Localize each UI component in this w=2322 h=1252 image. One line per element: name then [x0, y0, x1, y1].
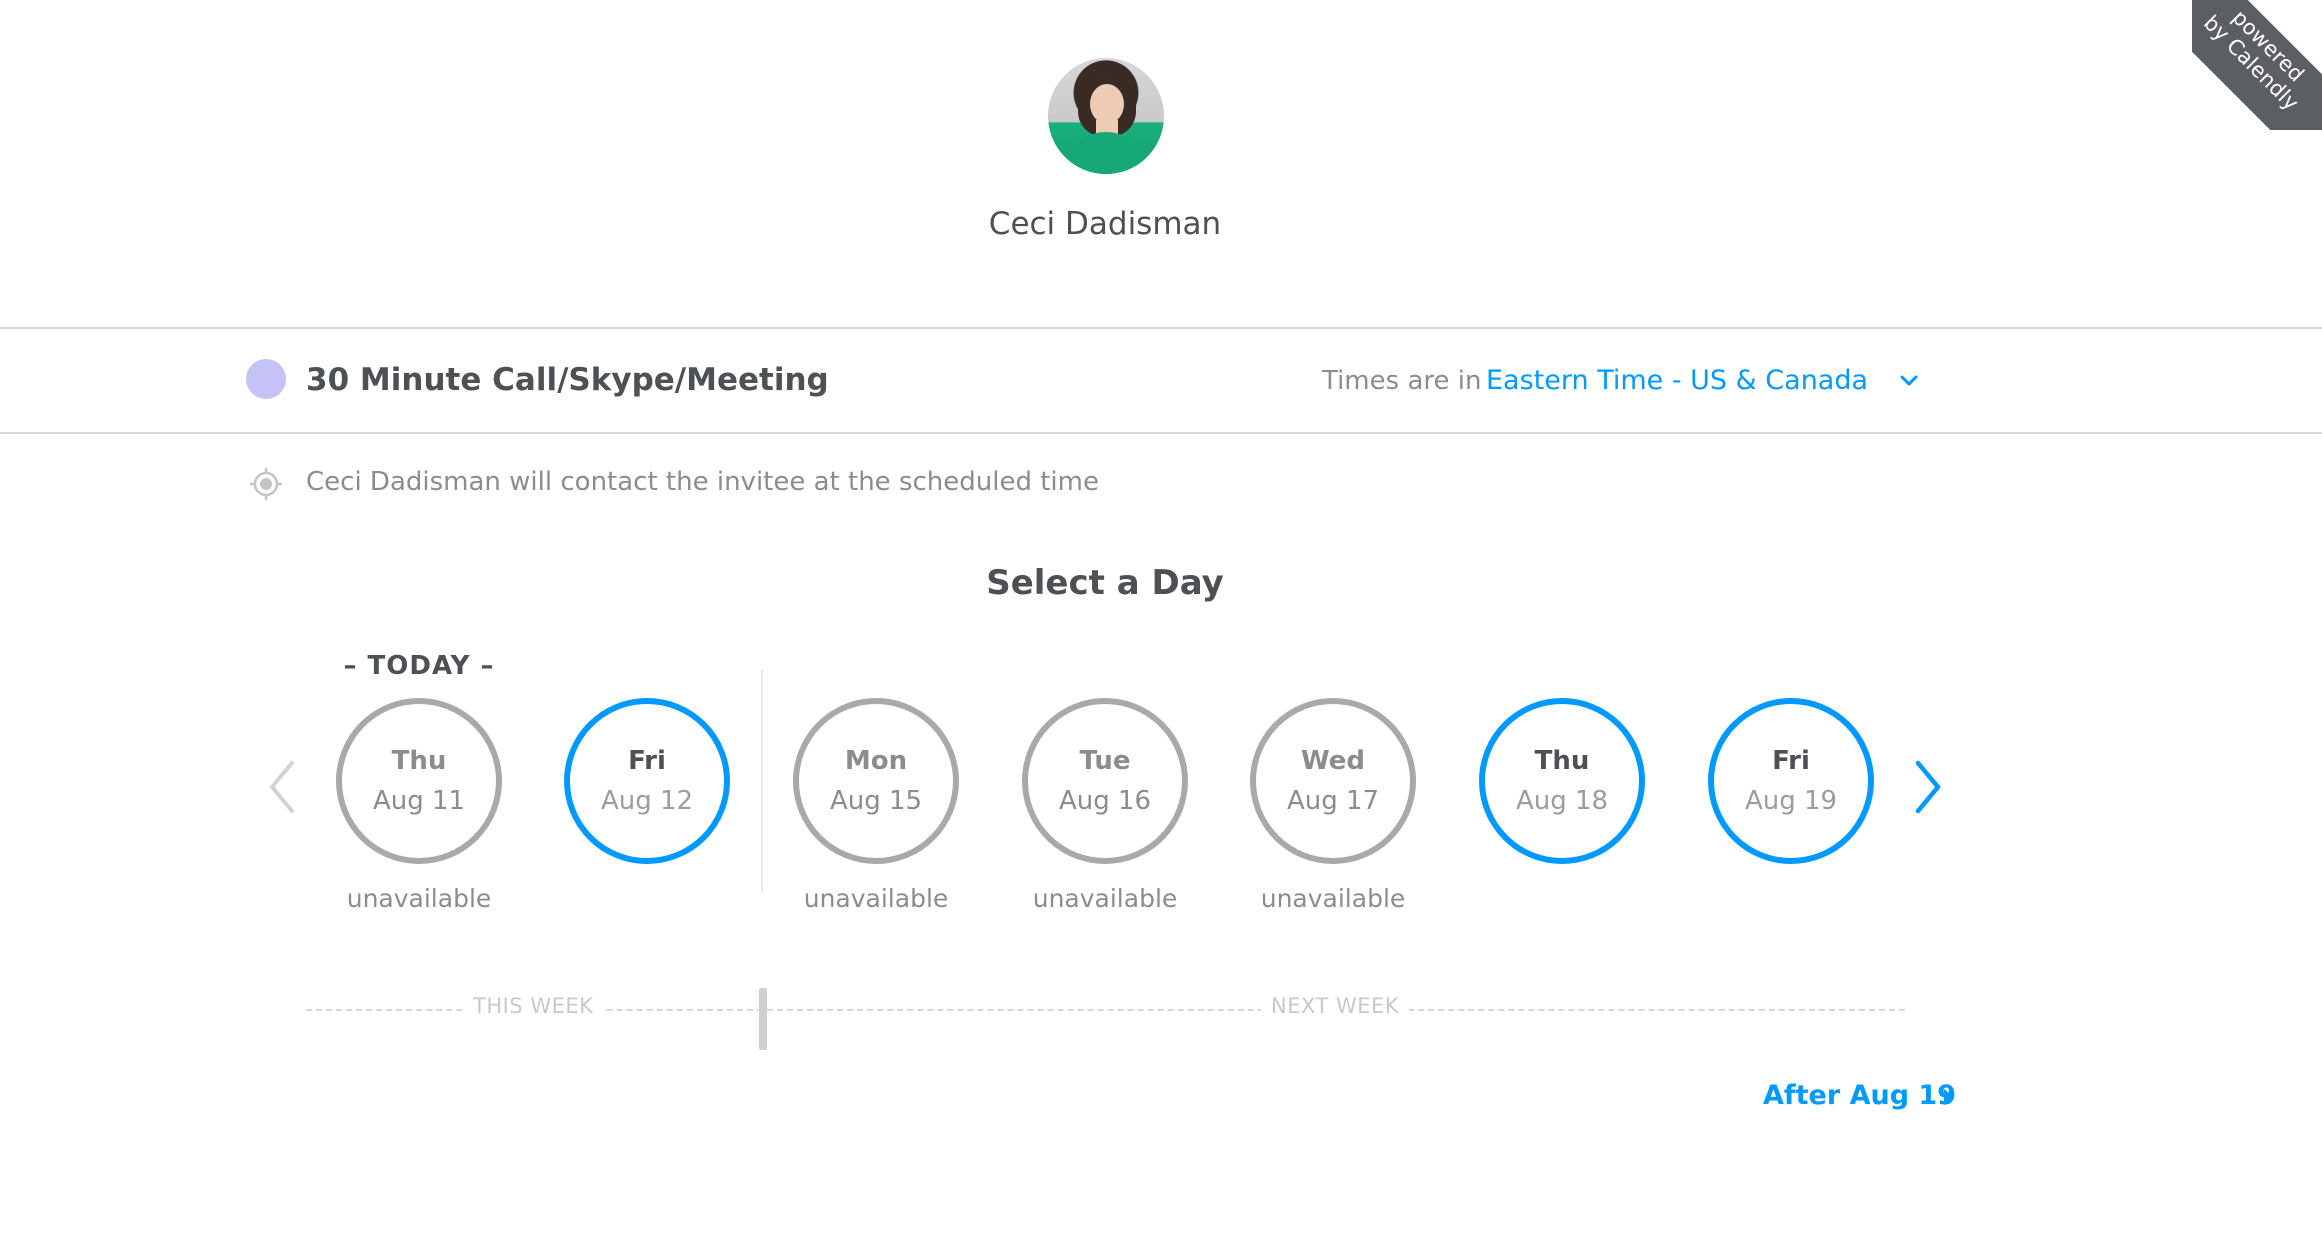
day-status: unavailable — [803, 884, 949, 913]
host-name: Ceci Dadisman — [988, 206, 1222, 242]
day-fri-aug-19[interactable]: Fri Aug 19 — [1708, 698, 1874, 864]
week-scale-handle[interactable] — [759, 988, 767, 1050]
day-name: Mon — [844, 746, 908, 776]
caret-right-icon[interactable] — [1942, 1086, 1956, 1108]
day-date: Aug 16 — [1058, 786, 1152, 816]
day-name: Fri — [628, 746, 666, 776]
day-mon-aug-15: Mon Aug 15 — [793, 698, 959, 864]
day-date: Aug 18 — [1515, 786, 1609, 816]
select-day-title: Select a Day — [986, 563, 1224, 603]
scheduling-page: powered by Calendly Ceci Dadisman 30 Min… — [0, 0, 2322, 1252]
this-week-label: THIS WEEK — [463, 994, 604, 1018]
day-date: Aug 19 — [1744, 786, 1838, 816]
previous-week-arrow-icon[interactable] — [262, 757, 302, 817]
day-name: Thu — [1534, 746, 1590, 776]
day-status: unavailable — [346, 884, 492, 913]
chevron-down-icon[interactable] — [1896, 370, 1922, 392]
target-icon — [250, 468, 282, 500]
divider-top — [0, 327, 2322, 329]
day-date: Aug 12 — [600, 786, 694, 816]
powered-by-ribbon[interactable]: powered by Calendly — [2192, 0, 2322, 130]
today-label: – TODAY – — [343, 651, 495, 681]
day-name: Fri — [1772, 746, 1810, 776]
location-text: Ceci Dadisman will contact the invitee a… — [306, 467, 1099, 497]
day-thu-aug-18[interactable]: Thu Aug 18 — [1479, 698, 1645, 864]
timezone-select[interactable]: Eastern Time - US & Canada — [1486, 365, 1868, 396]
day-status: unavailable — [1260, 884, 1406, 913]
event-color-dot — [246, 359, 286, 399]
timezone-label: Times are in — [1322, 366, 1482, 396]
day-fri-aug-12[interactable]: Fri Aug 12 — [564, 698, 730, 864]
after-date-link[interactable]: After Aug 19 — [1763, 1080, 1956, 1111]
day-status: unavailable — [1032, 884, 1178, 913]
day-tue-aug-16: Tue Aug 16 — [1022, 698, 1188, 864]
day-name: Wed — [1301, 746, 1365, 776]
day-name: Tue — [1079, 746, 1131, 776]
day-wed-aug-17: Wed Aug 17 — [1250, 698, 1416, 864]
day-date: Aug 11 — [372, 786, 466, 816]
week-divider — [761, 670, 763, 892]
day-date: Aug 15 — [829, 786, 923, 816]
divider-bottom — [0, 432, 2322, 434]
day-name: Thu — [391, 746, 447, 776]
day-thu-aug-11: Thu Aug 11 — [336, 698, 502, 864]
day-date: Aug 17 — [1286, 786, 1380, 816]
event-title: 30 Minute Call/Skype/Meeting — [306, 362, 829, 398]
next-week-arrow-icon[interactable] — [1908, 757, 1948, 817]
avatar — [1048, 58, 1164, 174]
next-week-label: NEXT WEEK — [1261, 994, 1410, 1018]
